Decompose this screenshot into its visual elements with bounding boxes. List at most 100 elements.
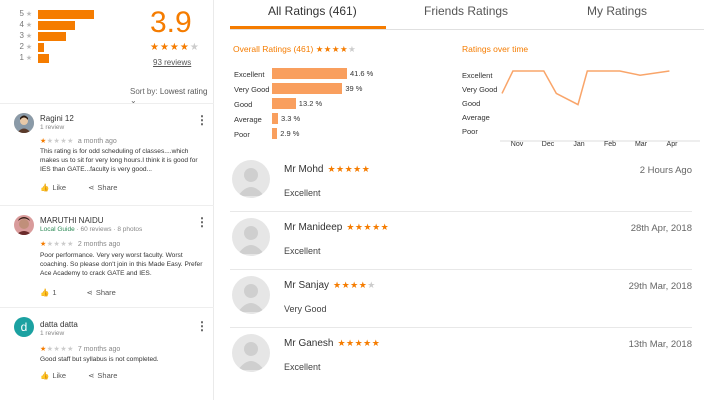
sort-label: Sort by: [130, 87, 158, 96]
histogram-row-2: 2 ★ [16, 41, 44, 52]
rater-name[interactable]: Mr Ganesh ★★★★★ [284, 338, 380, 349]
bar-value: 39 % [345, 84, 363, 93]
rating-label: Very Good [284, 304, 327, 314]
rating-date: 29th Mar, 2018 [628, 281, 692, 292]
histogram-bar [38, 54, 50, 63]
share-label: Share [95, 288, 116, 297]
share-button[interactable]: ⋖ Share [88, 371, 117, 380]
month-label: Mar [635, 141, 648, 148]
bar-value: 2.9 % [280, 129, 300, 138]
active-tab-indicator [230, 26, 386, 29]
local-guide-badge: Local Guide [40, 226, 75, 233]
month-label: Feb [604, 141, 616, 148]
more-options-icon[interactable]: ⋮ [196, 113, 208, 127]
share-button[interactable]: ⋖ Share [87, 288, 116, 297]
ratings-tabs: All Ratings (461) Friends Ratings My Rat… [230, 0, 704, 30]
thumbs-up-icon: 👍 [40, 183, 50, 192]
ratings-panel: All Ratings (461) Friends Ratings My Rat… [230, 0, 704, 400]
like-label: Like [52, 371, 67, 380]
sort-value: Lowest rating [159, 87, 208, 96]
rater-name-text: Mr Mohd [284, 164, 324, 175]
star-icon: ★ [25, 32, 33, 40]
stars-filled: ★★★★★ [346, 222, 390, 232]
stars-filled: ★★★★★ [327, 164, 371, 174]
review-item: d datta datta 1 review ⋮ ★★★★★ 7 months a… [0, 307, 214, 397]
tab-my-ratings[interactable]: My Ratings [587, 4, 647, 18]
rater-name[interactable]: Mr Mohd ★★★★★ [284, 164, 370, 175]
reviewer-name[interactable]: Ragini 12 [40, 114, 74, 123]
reviewer-name[interactable]: datta datta [40, 320, 78, 329]
bar-label: Poor [234, 130, 250, 139]
like-button[interactable]: 👍 Like [40, 183, 66, 192]
rating-date: 28th Apr, 2018 [630, 223, 692, 234]
thumbs-up-icon: 👍 [40, 288, 50, 297]
overall-row: Average 3.3 % [234, 113, 454, 126]
review-text: This rating is for odd scheduling of cla… [40, 148, 198, 173]
reviews-link[interactable]: 93 reviews [153, 58, 191, 67]
like-button[interactable]: 👍 1 [40, 288, 57, 297]
tab-friends-ratings[interactable]: Friends Ratings [424, 4, 508, 18]
rating-entry: Mr Sanjay ★★★★★ 29th Mar, 2018 Very Good [230, 270, 692, 328]
stars-filled: ★★★★★ [337, 338, 381, 348]
rater-name[interactable]: Mr Sanjay ★★★★★ [284, 280, 376, 291]
review-stars: ★★★★★ 7 months ago [40, 345, 120, 353]
histogram-row-4: 4 ★ [16, 19, 75, 30]
bar-label: Very Good [234, 85, 270, 94]
star-icon: ★ [25, 21, 33, 29]
overall-title-text: Overall Ratings (461) [233, 44, 314, 54]
histogram-bar [38, 43, 44, 52]
histogram-row-1: 1 ★ [16, 52, 50, 63]
histogram-bar [38, 21, 75, 30]
avatar[interactable] [14, 215, 34, 235]
share-button[interactable]: ⋖ Share [88, 183, 117, 192]
rating-entry: Mr Mohd ★★★★★ 2 Hours Ago Excellent [230, 154, 692, 212]
review-date: a month ago [77, 138, 117, 145]
histogram-row-5: 5 ★ [16, 8, 94, 19]
rater-stars: ★★★★★ [333, 280, 376, 290]
histogram-bar [38, 32, 66, 41]
month-label: Nov [511, 141, 524, 148]
like-button[interactable]: 👍 Like [40, 371, 66, 380]
stars-empty: ★ [367, 280, 376, 290]
avatar[interactable]: d [14, 317, 34, 337]
review-item: Ragini 12 1 review ⋮ ★★★★★ a month ago Th… [0, 103, 214, 203]
star-icon: ★ [25, 54, 33, 62]
thumbs-up-icon: 👍 [40, 371, 50, 380]
histogram-label: 4 [19, 20, 24, 29]
average-rating: 3.9 [150, 6, 192, 39]
rating-entry: Mr Ganesh ★★★★★ 13th Mar, 2018 Excellent [230, 328, 692, 386]
review-date: 7 months ago [77, 346, 121, 353]
rating-label: Excellent [284, 188, 321, 198]
tab-all-ratings[interactable]: All Ratings (461) [268, 4, 357, 18]
overall-row: Very Good 39 % [234, 83, 454, 96]
more-options-icon[interactable]: ⋮ [196, 215, 208, 229]
rating-entry: Mr Manideep ★★★★★ 28th Apr, 2018 Excellen… [230, 212, 692, 270]
reviewer-counts: · 60 reviews · 8 photos [76, 226, 143, 233]
review-actions: 👍 Like ⋖ Share [40, 183, 117, 192]
rating-date: 2 Hours Ago [639, 165, 692, 176]
rater-name[interactable]: Mr Manideep ★★★★★ [284, 222, 389, 233]
more-options-icon[interactable]: ⋮ [196, 319, 208, 333]
month-label: Dec [542, 141, 555, 148]
reviewer-meta: Local Guide · 60 reviews · 8 photos [40, 226, 142, 233]
stars-empty: ★ [189, 42, 200, 53]
month-labels: Nov Dec Jan Feb Mar Apr [511, 141, 678, 148]
ratings-over-time-chart: Nov Dec Jan Feb Mar Apr [500, 70, 700, 148]
user-avatar-icon[interactable] [232, 160, 270, 198]
histogram-label: 2 [19, 42, 24, 51]
review-text: Good staff but syllabus is not completed… [40, 356, 159, 363]
reviewer-name[interactable]: MARUTHI NAIDU [40, 216, 104, 225]
bar-label: Excellent [234, 70, 265, 79]
stars-filled: ★ [40, 346, 47, 353]
rating-histogram: 5 ★ 4 ★ 3 ★ 2 ★ 1 ★ [16, 8, 96, 64]
reviewer-meta: 1 review [40, 330, 65, 337]
overall-row: Poor 2.9 % [234, 128, 454, 141]
user-avatar-icon[interactable] [232, 218, 270, 256]
bar-label: Good [234, 100, 253, 109]
review-item: MARUTHI NAIDU Local Guide · 60 reviews ·… [0, 205, 214, 305]
avatar[interactable] [14, 113, 34, 133]
ratings-trend-line [501, 70, 670, 106]
user-avatar-icon[interactable] [232, 276, 270, 314]
user-avatar-icon[interactable] [232, 334, 270, 372]
reviewer-meta: 1 review [40, 124, 65, 131]
